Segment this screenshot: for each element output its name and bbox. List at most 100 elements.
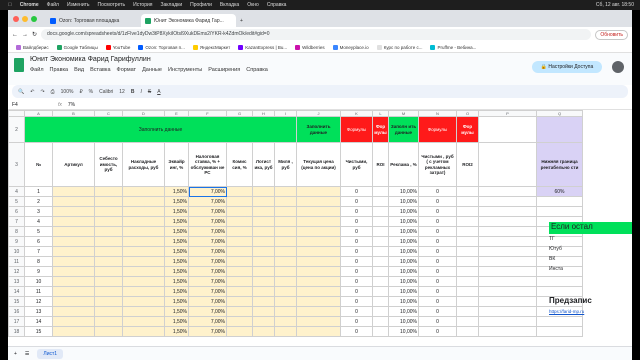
tg-label[interactable]: ТГ <box>549 236 555 242</box>
cell-roi2[interactable] <box>456 276 479 287</box>
cell-acquiring[interactable]: 1,50% <box>164 206 189 217</box>
close-window-button[interactable] <box>13 16 19 22</box>
cell-num[interactable]: 2 <box>24 196 53 207</box>
cell-overhead[interactable] <box>122 186 165 197</box>
cell-lower[interactable] <box>536 316 583 327</box>
cell-net-ads[interactable]: 0 <box>418 226 457 237</box>
all-sheets-icon[interactable]: ☰ <box>25 351 29 357</box>
cell-lower[interactable] <box>536 276 583 287</box>
bookmark-9[interactable]: Pruffme - Вебина... <box>430 44 476 50</box>
cell-roi2[interactable] <box>456 326 479 337</box>
cell-empty[interactable] <box>478 276 537 287</box>
cell-empty[interactable] <box>478 206 537 217</box>
name-box[interactable]: F4 <box>12 102 52 108</box>
cell-price[interactable] <box>296 306 341 317</box>
cell-cost[interactable] <box>94 306 123 317</box>
cell-tax[interactable]: 7,00% <box>188 276 227 287</box>
cell-acquiring[interactable]: 1,50% <box>164 236 189 247</box>
cell-lower[interactable] <box>536 326 583 337</box>
cell-cost[interactable] <box>94 276 123 287</box>
bookmark-5[interactable]: KazanExpress | Bu... <box>238 44 287 50</box>
cell-ads[interactable]: 10,00% <box>388 266 419 277</box>
bookmark-2[interactable]: YouTube <box>105 44 130 50</box>
cell-mile[interactable] <box>274 246 297 257</box>
cell-cost[interactable] <box>94 256 123 267</box>
bookmark-8[interactable]: Курс по работе с... <box>376 44 422 50</box>
cell-logistics[interactable] <box>252 216 275 227</box>
cell-logistics[interactable] <box>252 296 275 307</box>
cell-empty[interactable] <box>478 296 537 307</box>
row-header[interactable]: 18 <box>8 326 25 337</box>
avatar[interactable] <box>612 61 624 73</box>
share-access-button[interactable]: 🔒 Настройки Доступа <box>532 61 602 73</box>
cell-net-ads[interactable]: 0 <box>418 186 457 197</box>
cell-commission[interactable] <box>226 316 253 327</box>
if-left-label[interactable]: Если остал <box>549 222 632 234</box>
cell-empty[interactable] <box>478 186 537 197</box>
menu-item[interactable]: Формат <box>117 67 137 73</box>
header-num[interactable]: № <box>24 142 53 187</box>
bookmark-4[interactable]: ЯндексМаркет <box>192 44 230 50</box>
cell-logistics[interactable] <box>252 256 275 267</box>
cell-roi2[interactable] <box>456 306 479 317</box>
cell-roi2[interactable] <box>456 206 479 217</box>
cell-roi[interactable] <box>372 216 389 227</box>
cell-price[interactable] <box>296 256 341 267</box>
cell-overhead[interactable] <box>122 226 165 237</box>
cell-article[interactable] <box>52 286 95 297</box>
bookmark-0[interactable]: Вайлдберис <box>16 44 49 50</box>
strikethrough-icon[interactable]: S <box>148 89 151 95</box>
bookmark-3[interactable]: Ozon: Торговая п... <box>138 44 185 50</box>
cell-num[interactable]: 9 <box>24 266 53 277</box>
cell-article[interactable] <box>52 316 95 327</box>
redo-icon[interactable]: ↷ <box>40 89 44 95</box>
cell-logistics[interactable] <box>252 186 275 197</box>
cell-roi2[interactable] <box>456 226 479 237</box>
cell-commission[interactable] <box>226 206 253 217</box>
search-menus-icon[interactable]: 🔍 <box>18 89 24 95</box>
cell-mile[interactable] <box>274 256 297 267</box>
cell-tax[interactable]: 7,00% <box>188 256 227 267</box>
cell-acquiring[interactable]: 1,50% <box>164 306 189 317</box>
cell-roi[interactable] <box>372 236 389 247</box>
cell-article[interactable] <box>52 236 95 247</box>
yt-label[interactable]: Ютуб <box>549 246 562 252</box>
mac-menu-8[interactable]: Справка <box>267 2 287 8</box>
cell-acquiring[interactable]: 1,50% <box>164 186 189 197</box>
cell-commission[interactable] <box>226 306 253 317</box>
minimize-window-button[interactable] <box>22 16 28 22</box>
cell-commission[interactable] <box>226 326 253 337</box>
cell-roi2[interactable] <box>456 186 479 197</box>
cell-net[interactable]: 0 <box>340 276 373 287</box>
cell-price[interactable] <box>296 316 341 327</box>
cell-roi[interactable] <box>372 316 389 327</box>
header-current-price[interactable]: Текущая цена (цена по акции) <box>296 142 341 187</box>
cell-ads[interactable]: 10,00% <box>388 256 419 267</box>
cell-logistics[interactable] <box>252 196 275 207</box>
cell-logistics[interactable] <box>252 206 275 217</box>
menu-item[interactable]: Правка <box>50 67 69 73</box>
cell-net-ads[interactable]: 0 <box>418 306 457 317</box>
cell-price[interactable] <box>296 276 341 287</box>
header-roi2[interactable]: ROI2 <box>456 142 479 187</box>
cell-net[interactable]: 0 <box>340 326 373 337</box>
header-commission[interactable]: Комис сия, % <box>226 142 253 187</box>
menu-item[interactable]: Расширения <box>208 67 240 73</box>
cell-mile[interactable] <box>274 276 297 287</box>
cell-mile[interactable] <box>274 226 297 237</box>
sheet-tab[interactable]: Лист1 <box>37 348 64 359</box>
cell-ads[interactable]: 10,00% <box>388 236 419 247</box>
cell-logistics[interactable] <box>252 236 275 247</box>
cell-commission[interactable] <box>226 296 253 307</box>
cell-tax[interactable]: 7,00% <box>188 196 227 207</box>
cell-article[interactable] <box>52 246 95 257</box>
cell-logistics[interactable] <box>252 226 275 237</box>
cell-commission[interactable] <box>226 246 253 257</box>
cell-roi2[interactable] <box>456 216 479 227</box>
cell-net[interactable]: 0 <box>340 316 373 327</box>
cell-net-ads[interactable]: 0 <box>418 246 457 257</box>
bookmark-1[interactable]: Google Таблицы <box>56 44 98 50</box>
maximize-window-button[interactable] <box>31 16 37 22</box>
cell-logistics[interactable] <box>252 326 275 337</box>
percent-icon[interactable]: % <box>89 89 93 95</box>
